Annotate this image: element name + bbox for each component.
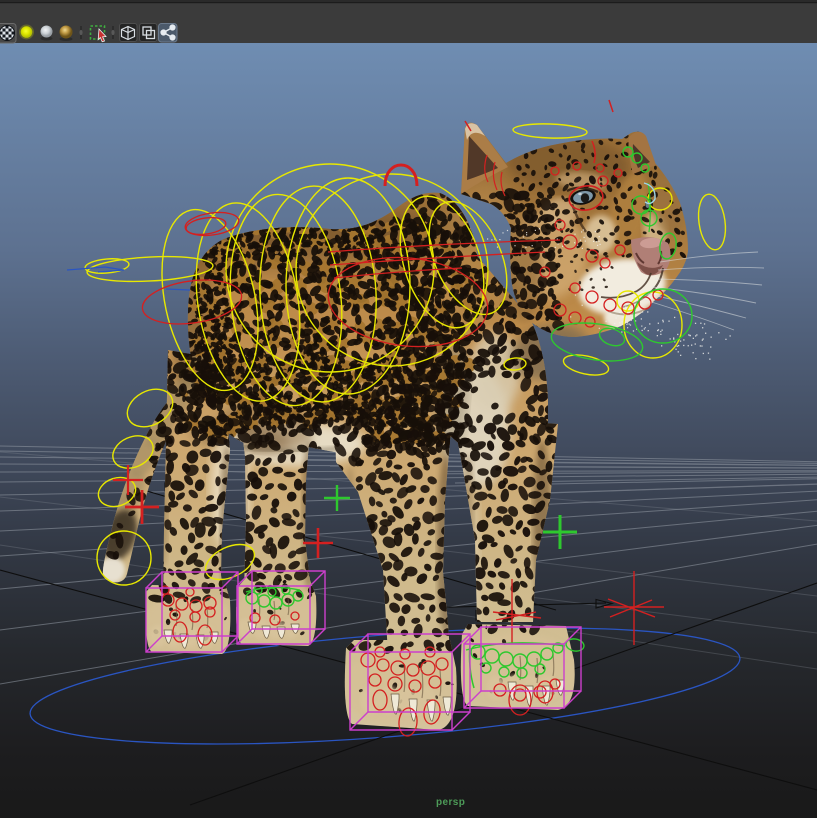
svg-text:persp: persp (436, 797, 465, 808)
